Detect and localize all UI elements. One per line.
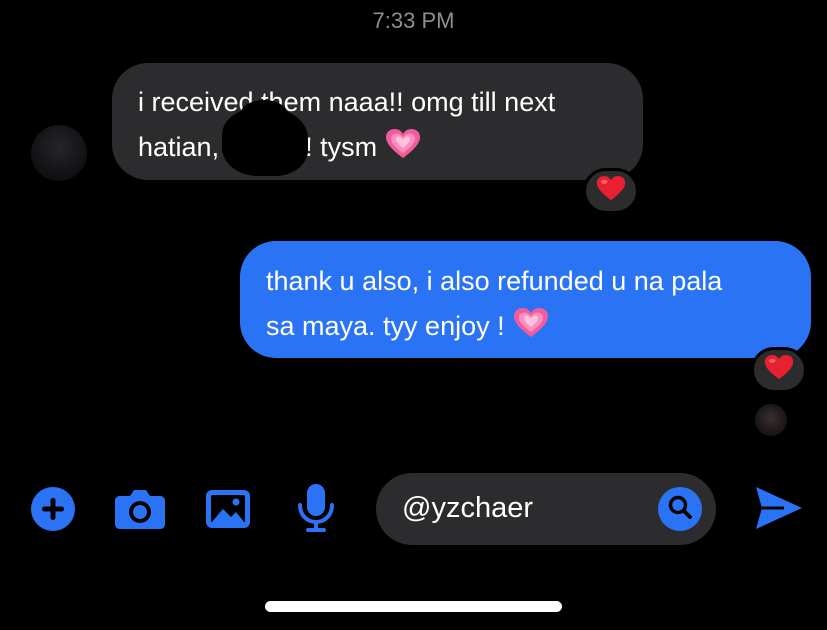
- home-indicator[interactable]: [265, 601, 562, 612]
- red-heart-icon: [764, 354, 794, 386]
- plus-icon: [30, 486, 76, 537]
- message-text: sa maya. tyy enjoy !: [266, 311, 505, 341]
- message-text: hatian,: [138, 132, 220, 162]
- red-heart-icon: [596, 175, 626, 207]
- microphone-icon: [296, 483, 336, 538]
- growing-heart-icon: [385, 128, 421, 173]
- sender-avatar[interactable]: [31, 125, 87, 181]
- message-line: sa maya. tyy enjoy !: [266, 303, 785, 348]
- camera-button[interactable]: [113, 487, 167, 535]
- gallery-icon: [205, 489, 251, 534]
- outgoing-message-bubble[interactable]: thank u also, i also refunded u na pala …: [240, 241, 811, 358]
- microphone-button[interactable]: [293, 483, 339, 538]
- search-button[interactable]: [658, 487, 702, 531]
- message-input[interactable]: @yzchaer: [376, 473, 716, 545]
- chat-screen: 7:33 PM i received them naaa!! omg till …: [0, 0, 827, 630]
- seen-receipt-avatar: [755, 404, 787, 436]
- heart-reaction[interactable]: [583, 168, 639, 214]
- send-button[interactable]: [752, 484, 806, 536]
- message-input-text[interactable]: @yzchaer: [402, 490, 533, 526]
- incoming-message-bubble[interactable]: i received them naaa!! omg till next hat…: [112, 63, 643, 180]
- growing-heart-icon: [513, 307, 549, 352]
- redaction-scribble: [240, 100, 288, 130]
- add-button[interactable]: [29, 486, 77, 537]
- search-icon: [667, 494, 693, 525]
- message-timestamp: 7:33 PM: [372, 8, 455, 33]
- message-line: i received them naaa!! omg till next: [138, 87, 556, 117]
- heart-reaction[interactable]: [751, 347, 807, 393]
- message-line: thank u also, i also refunded u na pala: [266, 266, 723, 296]
- camera-icon: [114, 488, 166, 535]
- message-line: hatian, ! tysm: [138, 124, 617, 169]
- message-text: ! tysm: [305, 132, 378, 162]
- send-icon: [754, 485, 804, 536]
- gallery-button[interactable]: [203, 487, 253, 535]
